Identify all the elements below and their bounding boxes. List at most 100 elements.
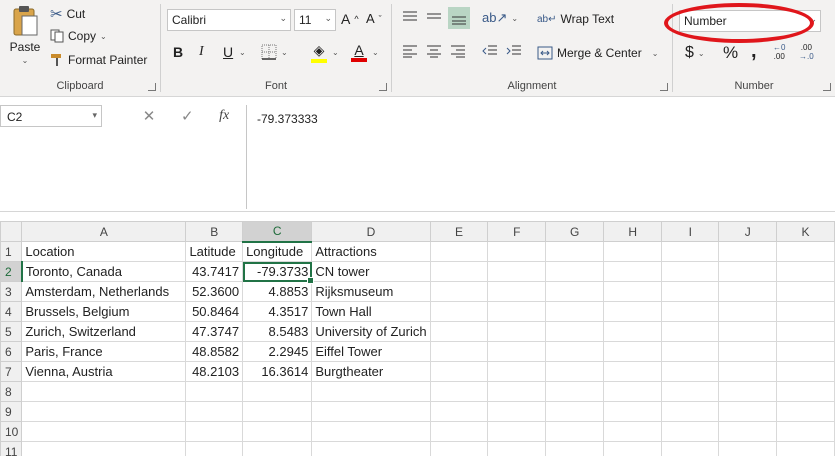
comma-style-button[interactable]: , bbox=[751, 40, 757, 63]
cell[interactable]: Attractions bbox=[311, 241, 431, 262]
cell[interactable] bbox=[242, 381, 313, 402]
italic-button[interactable]: I bbox=[199, 44, 204, 60]
cell[interactable]: Paris, France bbox=[21, 341, 187, 362]
increase-decimal-button[interactable]: ←0 .00 bbox=[773, 44, 785, 61]
font-size-combo[interactable]: 11 ⌄ bbox=[294, 9, 336, 31]
percent-button[interactable]: % bbox=[723, 43, 738, 63]
cell[interactable] bbox=[661, 441, 720, 456]
cell[interactable] bbox=[21, 401, 187, 422]
cell[interactable] bbox=[545, 241, 605, 262]
cell[interactable] bbox=[776, 241, 835, 262]
column-header-h[interactable]: H bbox=[603, 221, 663, 242]
cell[interactable] bbox=[429, 421, 489, 442]
cell[interactable] bbox=[776, 401, 835, 422]
cell[interactable]: 4.8853 bbox=[242, 281, 313, 302]
shrink-font-button[interactable]: Aˇ bbox=[366, 11, 382, 26]
align-right-button[interactable] bbox=[450, 44, 466, 58]
currency-button[interactable]: $ ⌄ bbox=[685, 44, 705, 62]
cell[interactable]: CN tower bbox=[311, 261, 431, 282]
font-launcher-icon[interactable] bbox=[379, 83, 387, 91]
cell[interactable] bbox=[776, 341, 835, 362]
fill-color-button[interactable]: ◈ bbox=[311, 42, 327, 63]
column-header-k[interactable]: K bbox=[776, 221, 835, 242]
cell[interactable] bbox=[718, 281, 778, 302]
cell[interactable] bbox=[776, 361, 835, 382]
underline-dropdown-icon[interactable]: ⌄ bbox=[239, 48, 246, 57]
cell[interactable] bbox=[661, 321, 720, 342]
cell[interactable]: 47.3747 bbox=[185, 321, 244, 342]
cell[interactable]: Latitude bbox=[185, 241, 244, 262]
cell[interactable] bbox=[603, 241, 663, 262]
wrap-text-button[interactable]: ab↵ Wrap Text bbox=[537, 12, 614, 26]
cell[interactable] bbox=[718, 441, 778, 456]
cell[interactable] bbox=[603, 421, 663, 442]
row-header[interactable]: 6 bbox=[0, 341, 23, 362]
cell[interactable] bbox=[429, 261, 489, 282]
cell[interactable] bbox=[429, 401, 489, 422]
cell[interactable] bbox=[718, 381, 778, 402]
cell[interactable]: 48.2103 bbox=[185, 361, 244, 382]
column-header-a[interactable]: A bbox=[21, 221, 187, 242]
decrease-indent-button[interactable] bbox=[482, 44, 498, 58]
cell[interactable]: 50.8464 bbox=[185, 301, 244, 322]
cell[interactable] bbox=[185, 401, 244, 422]
cell[interactable] bbox=[603, 261, 663, 282]
copy-dropdown-icon[interactable]: ⌄ bbox=[100, 32, 107, 41]
cell[interactable] bbox=[311, 441, 431, 456]
cell[interactable] bbox=[185, 441, 244, 456]
cell[interactable]: Amsterdam, Netherlands bbox=[21, 281, 187, 302]
cell[interactable] bbox=[545, 381, 605, 402]
cell[interactable] bbox=[487, 261, 547, 282]
cell[interactable] bbox=[603, 321, 663, 342]
paste-button[interactable]: Paste ⌄ bbox=[6, 4, 44, 65]
cell[interactable]: 4.3517 bbox=[242, 301, 313, 322]
cell[interactable] bbox=[429, 241, 489, 262]
select-all-corner[interactable] bbox=[0, 221, 23, 242]
cell[interactable] bbox=[487, 381, 547, 402]
cell[interactable]: 8.5483 bbox=[242, 321, 313, 342]
cell[interactable]: Location bbox=[21, 241, 187, 262]
insert-function-icon[interactable]: fx bbox=[219, 108, 229, 124]
row-header[interactable]: 9 bbox=[0, 401, 23, 422]
cell[interactable] bbox=[718, 301, 778, 322]
cell[interactable] bbox=[242, 401, 313, 422]
cell[interactable] bbox=[776, 381, 835, 402]
orientation-button[interactable]: ab↗ ⌄ bbox=[482, 10, 518, 26]
cell[interactable] bbox=[661, 241, 720, 262]
cell[interactable] bbox=[661, 421, 720, 442]
enter-icon[interactable]: ✓ bbox=[181, 107, 194, 125]
cell[interactable] bbox=[185, 381, 244, 402]
cell[interactable] bbox=[661, 381, 720, 402]
cell[interactable] bbox=[603, 281, 663, 302]
cell[interactable] bbox=[661, 341, 720, 362]
cell[interactable] bbox=[545, 341, 605, 362]
active-cell[interactable]: -79.3733 bbox=[242, 261, 316, 285]
bottom-align-button[interactable] bbox=[448, 7, 470, 29]
cell[interactable] bbox=[776, 321, 835, 342]
cell[interactable] bbox=[603, 401, 663, 422]
cell[interactable]: 16.3614 bbox=[242, 361, 313, 382]
cell[interactable] bbox=[242, 441, 313, 456]
cell[interactable] bbox=[487, 361, 547, 382]
cell[interactable]: 43.7417 bbox=[185, 261, 244, 282]
increase-indent-button[interactable] bbox=[506, 44, 522, 58]
number-format-combo[interactable]: Number ⌄ bbox=[679, 10, 821, 32]
cell[interactable]: University of Zurich bbox=[311, 321, 431, 342]
cell[interactable] bbox=[21, 441, 187, 456]
cell[interactable]: Brussels, Belgium bbox=[21, 301, 187, 322]
number-launcher-icon[interactable] bbox=[823, 83, 831, 91]
cell[interactable] bbox=[21, 421, 187, 442]
cell[interactable] bbox=[429, 381, 489, 402]
cell[interactable]: Longitude bbox=[242, 241, 313, 262]
underline-button[interactable]: U bbox=[223, 44, 233, 60]
cell[interactable]: 2.2945 bbox=[242, 341, 313, 362]
cell[interactable] bbox=[545, 321, 605, 342]
cell[interactable]: 48.8582 bbox=[185, 341, 244, 362]
cell[interactable] bbox=[242, 421, 313, 442]
cell[interactable] bbox=[718, 321, 778, 342]
cell[interactable] bbox=[545, 401, 605, 422]
cell[interactable] bbox=[545, 421, 605, 442]
paste-dropdown-icon[interactable]: ⌄ bbox=[22, 56, 29, 65]
cell[interactable]: Zurich, Switzerland bbox=[21, 321, 187, 342]
cell[interactable] bbox=[603, 301, 663, 322]
